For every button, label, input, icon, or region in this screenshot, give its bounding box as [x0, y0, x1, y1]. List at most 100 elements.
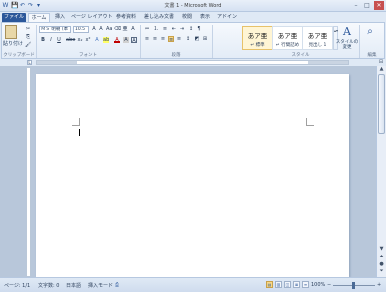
- align-left-icon[interactable]: ≡: [144, 36, 150, 42]
- shrink-font-icon[interactable]: A: [98, 26, 104, 32]
- sort-icon[interactable]: ↕: [188, 26, 194, 32]
- status-language[interactable]: 日本語: [66, 282, 81, 289]
- tab-page-layout[interactable]: ページ レイアウト: [71, 13, 113, 22]
- prev-page-icon[interactable]: ⏶: [378, 254, 385, 261]
- tab-references[interactable]: 参考資料: [114, 13, 138, 22]
- ribbon-tabs: ファイル ホーム 挿入 ページ レイアウト 参考資料 差し込み文書 校閲 表示 …: [0, 12, 386, 22]
- style-no-spacing[interactable]: あア亜 ↵ 行間詰め: [272, 26, 303, 50]
- vertical-ruler[interactable]: [26, 67, 31, 277]
- multilevel-list-icon[interactable]: ≡: [162, 26, 168, 32]
- status-insert-mode[interactable]: 挿入モード: [88, 282, 113, 289]
- copy-icon[interactable]: ⎘: [25, 34, 31, 40]
- distribute-icon[interactable]: ≡: [176, 36, 182, 42]
- print-layout-icon[interactable]: ▤: [266, 281, 273, 288]
- close-button[interactable]: ✕: [374, 1, 384, 10]
- vertical-scrollbar[interactable]: ▲ ▼ ⏶ ● ⏷: [376, 66, 386, 277]
- tab-review[interactable]: 校閲: [180, 13, 194, 22]
- borders-icon[interactable]: ⊞: [202, 36, 208, 42]
- char-shading-icon[interactable]: A: [123, 37, 129, 43]
- underline-button[interactable]: U: [56, 37, 62, 43]
- font-name-select[interactable]: ＭＳ 明朝 (本: [39, 26, 71, 33]
- next-page-icon[interactable]: ⏷: [378, 268, 385, 275]
- full-screen-reading-icon[interactable]: ▥: [275, 281, 282, 288]
- minimize-button[interactable]: –: [351, 1, 361, 10]
- change-case-icon[interactable]: Aa: [106, 26, 112, 32]
- strikethrough-button[interactable]: abe: [66, 37, 75, 43]
- macro-record-icon[interactable]: ⎙: [115, 282, 122, 288]
- bold-button[interactable]: B: [40, 37, 46, 43]
- tab-view[interactable]: 表示: [198, 13, 212, 22]
- styles-group-label: スタイル: [291, 53, 310, 58]
- enclosed-char-icon[interactable]: A: [130, 26, 136, 32]
- zoom-slider-thumb[interactable]: [352, 282, 355, 289]
- shading-icon[interactable]: ◩: [194, 36, 200, 42]
- increase-indent-icon[interactable]: ⇥: [179, 26, 185, 32]
- zoom-out-button[interactable]: −: [327, 282, 331, 288]
- paste-button-label[interactable]: 貼り付け: [2, 41, 24, 47]
- tab-mailings[interactable]: 差し込み文書: [142, 13, 176, 22]
- scroll-up-icon[interactable]: ▲: [378, 66, 385, 73]
- tab-file[interactable]: ファイル: [2, 13, 26, 22]
- paragraph-group-label: 段落: [171, 53, 181, 58]
- zoom-level[interactable]: 100%: [311, 282, 325, 288]
- change-styles-button[interactable]: スタイルの 変更: [335, 40, 359, 50]
- web-layout-icon[interactable]: ◫: [284, 281, 291, 288]
- char-border-icon[interactable]: A: [131, 37, 137, 44]
- subscript-button[interactable]: x₂: [77, 37, 83, 43]
- tab-selector-icon[interactable]: L: [27, 60, 32, 65]
- editing-group-label[interactable]: 編集: [360, 52, 384, 58]
- outline-icon[interactable]: ≣: [293, 281, 300, 288]
- tab-addins[interactable]: アドイン: [216, 13, 238, 22]
- change-styles-icon[interactable]: A: [340, 25, 354, 38]
- status-bar: ページ: 1/1 文字数: 0 日本語 挿入モード ⎙ ▤ ▥ ◫ ≣ ≡ 10…: [0, 277, 386, 292]
- maximize-button[interactable]: □: [362, 1, 372, 10]
- decrease-indent-icon[interactable]: ⇤: [171, 26, 177, 32]
- view-ruler-icon[interactable]: ⊟: [378, 60, 384, 65]
- bullets-icon[interactable]: ≔: [144, 26, 150, 32]
- text-effects-icon[interactable]: A: [94, 37, 100, 43]
- window-title: 文書 1 - Microsoft Word: [164, 3, 222, 9]
- justify-icon[interactable]: ≡: [168, 36, 174, 43]
- show-marks-icon[interactable]: ¶: [196, 26, 202, 32]
- status-word-count[interactable]: 文字数: 0: [38, 282, 59, 289]
- text-cursor: [79, 129, 80, 136]
- binoculars-icon[interactable]: ⌕: [364, 26, 376, 38]
- align-center-icon[interactable]: ≡: [152, 36, 158, 42]
- font-color-icon[interactable]: A: [114, 37, 120, 43]
- style-normal[interactable]: あア亜 ↵ 標準: [242, 26, 273, 50]
- line-spacing-icon[interactable]: ↕: [185, 36, 191, 42]
- draft-icon[interactable]: ≡: [302, 281, 309, 288]
- phonetic-guide-icon[interactable]: 亜: [122, 26, 128, 32]
- cut-icon[interactable]: ✂: [25, 26, 31, 32]
- status-page[interactable]: ページ: 1/1: [4, 282, 30, 289]
- clipboard-group-label: クリップボード: [3, 53, 35, 58]
- horizontal-ruler[interactable]: [36, 60, 349, 65]
- zoom-in-button[interactable]: +: [377, 282, 381, 288]
- paste-icon[interactable]: [5, 25, 17, 39]
- ribbon: 貼り付け ✂ ⎘ 🖌 クリップボード ＭＳ 明朝 (本 10.5 A A Aa …: [1, 22, 385, 59]
- tab-home[interactable]: ホーム: [28, 13, 50, 22]
- document-page[interactable]: [36, 74, 349, 277]
- crop-mark-top-left: [72, 118, 80, 126]
- superscript-button[interactable]: x²: [85, 37, 91, 43]
- font-size-select[interactable]: 10.5: [73, 26, 89, 33]
- grow-font-icon[interactable]: A: [91, 26, 97, 32]
- style-sample: あア亜: [247, 32, 268, 40]
- tab-insert[interactable]: 挿入: [52, 13, 68, 22]
- ruler-left-margin: [37, 61, 77, 64]
- numbering-icon[interactable]: ⒈: [153, 26, 159, 32]
- style-heading-1[interactable]: あア亜 見出し 1: [302, 26, 333, 50]
- browse-object-icon[interactable]: ●: [378, 261, 385, 268]
- font-group-label: フォント: [79, 53, 97, 58]
- scroll-thumb[interactable]: [378, 74, 385, 134]
- crop-mark-top-right: [306, 118, 314, 126]
- format-painter-icon[interactable]: 🖌: [25, 42, 31, 48]
- highlight-icon[interactable]: ab: [103, 37, 109, 43]
- style-name: ↵ 標準: [250, 43, 265, 48]
- ruler-right-margin: [308, 61, 348, 64]
- italic-button[interactable]: I: [48, 37, 54, 43]
- title-bar: W 💾 ↶ ↷ ▾ 文書 1 - Microsoft Word – □ ✕: [0, 0, 386, 12]
- scroll-down-icon[interactable]: ▼: [378, 246, 385, 253]
- align-right-icon[interactable]: ≡: [160, 36, 166, 42]
- clear-format-icon[interactable]: ⌫: [114, 26, 121, 32]
